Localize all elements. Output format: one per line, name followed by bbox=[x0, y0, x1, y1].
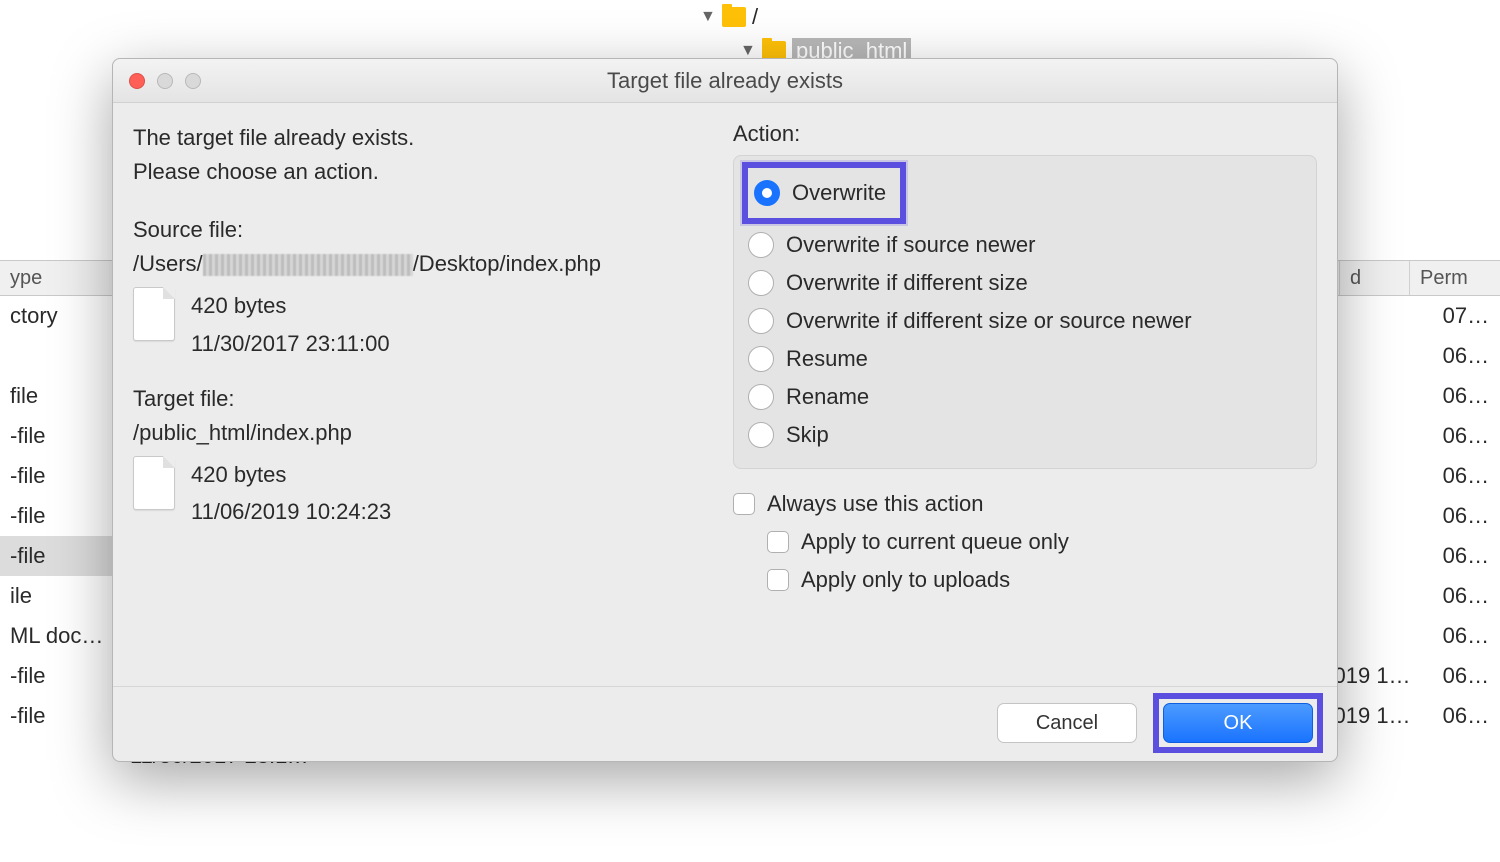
action-label: Action: bbox=[733, 121, 1317, 147]
cancel-button[interactable]: Cancel bbox=[997, 703, 1137, 743]
source-file-label: Source file: bbox=[133, 217, 693, 243]
action-radio-row[interactable]: Overwrite bbox=[754, 174, 886, 212]
column-header-perm[interactable]: Perm bbox=[1410, 261, 1500, 295]
source-file-details: 420 bytes 11/30/2017 23:11:00 bbox=[133, 287, 693, 362]
redacted-text bbox=[203, 254, 413, 276]
action-radio[interactable] bbox=[748, 308, 774, 334]
always-use-action-checkbox[interactable] bbox=[733, 493, 755, 515]
disclosure-triangle-icon[interactable]: ▼ bbox=[700, 8, 716, 26]
source-file-date: 11/30/2017 23:11:00 bbox=[191, 325, 390, 362]
action-radio[interactable] bbox=[748, 422, 774, 448]
window-controls bbox=[129, 73, 201, 89]
action-radio-label: Overwrite if source newer bbox=[786, 232, 1035, 258]
action-pane: Action: Overwrite Overwrite if source new… bbox=[733, 121, 1317, 678]
action-radio-label: Overwrite if different size or source ne… bbox=[786, 308, 1192, 334]
always-use-action-checkbox-row: Always use this action bbox=[733, 485, 1317, 523]
ok-button-highlight: OK bbox=[1153, 693, 1323, 753]
source-file-size: 420 bytes bbox=[191, 287, 390, 324]
target-file-label: Target file: bbox=[133, 386, 693, 412]
zoom-window-button bbox=[185, 73, 201, 89]
action-radio-row[interactable]: Overwrite if source newer bbox=[748, 226, 1302, 264]
always-use-action-label: Always use this action bbox=[767, 491, 983, 517]
message-line: The target file already exists. bbox=[133, 121, 693, 155]
source-file-path: /Users//Desktop/index.php bbox=[133, 251, 693, 277]
target-file-details: 420 bytes 11/06/2019 10:24:23 bbox=[133, 456, 693, 531]
file-info-pane: The target file already exists. Please c… bbox=[133, 121, 693, 678]
dialog-titlebar[interactable]: Target file already exists bbox=[113, 59, 1337, 103]
folder-icon bbox=[722, 7, 746, 27]
column-header-type[interactable]: ype bbox=[0, 261, 120, 295]
action-radio-label: Resume bbox=[786, 346, 868, 372]
action-radio-row[interactable]: Rename bbox=[748, 378, 1302, 416]
action-radio-row[interactable]: Skip bbox=[748, 416, 1302, 454]
apply-uploads-only-label: Apply only to uploads bbox=[801, 567, 1010, 593]
column-header-d[interactable]: d bbox=[1340, 261, 1410, 295]
action-radio[interactable] bbox=[754, 180, 780, 206]
action-radio-row[interactable]: Overwrite if different size bbox=[748, 264, 1302, 302]
dialog-title: Target file already exists bbox=[113, 68, 1337, 94]
target-file-size: 420 bytes bbox=[191, 456, 391, 493]
message-line: Please choose an action. bbox=[133, 155, 693, 189]
action-radio-group: Overwrite Overwrite if source newer Overwr… bbox=[733, 155, 1317, 469]
apply-uploads-only-checkbox[interactable] bbox=[767, 569, 789, 591]
dialog-message: The target file already exists. Please c… bbox=[133, 121, 693, 189]
action-radio[interactable] bbox=[748, 232, 774, 258]
apply-current-queue-checkbox[interactable] bbox=[767, 531, 789, 553]
action-radio-row[interactable]: Overwrite if different size or source ne… bbox=[748, 302, 1302, 340]
apply-current-queue-checkbox-row: Apply to current queue only bbox=[767, 523, 1317, 561]
action-radio[interactable] bbox=[748, 384, 774, 410]
dialog-footer: Cancel OK bbox=[113, 686, 1337, 761]
file-exists-dialog: Target file already exists The target fi… bbox=[112, 58, 1338, 762]
file-icon bbox=[133, 287, 175, 341]
overwrite-highlight: Overwrite bbox=[742, 162, 906, 224]
tree-row[interactable]: ▼ / bbox=[700, 0, 911, 34]
close-window-button[interactable] bbox=[129, 73, 145, 89]
action-radio-label: Skip bbox=[786, 422, 829, 448]
action-radio-label: Overwrite bbox=[792, 180, 886, 206]
action-radio[interactable] bbox=[748, 270, 774, 296]
action-radio[interactable] bbox=[748, 346, 774, 372]
file-icon bbox=[133, 456, 175, 510]
action-radio-label: Overwrite if different size bbox=[786, 270, 1028, 296]
minimize-window-button bbox=[157, 73, 173, 89]
target-file-date: 11/06/2019 10:24:23 bbox=[191, 493, 391, 530]
action-radio-row[interactable]: Resume bbox=[748, 340, 1302, 378]
action-radio-label: Rename bbox=[786, 384, 869, 410]
target-file-path: /public_html/index.php bbox=[133, 420, 693, 446]
apply-uploads-only-checkbox-row: Apply only to uploads bbox=[767, 561, 1317, 599]
tree-label: / bbox=[752, 4, 758, 30]
ok-button[interactable]: OK bbox=[1163, 703, 1313, 743]
apply-current-queue-label: Apply to current queue only bbox=[801, 529, 1069, 555]
